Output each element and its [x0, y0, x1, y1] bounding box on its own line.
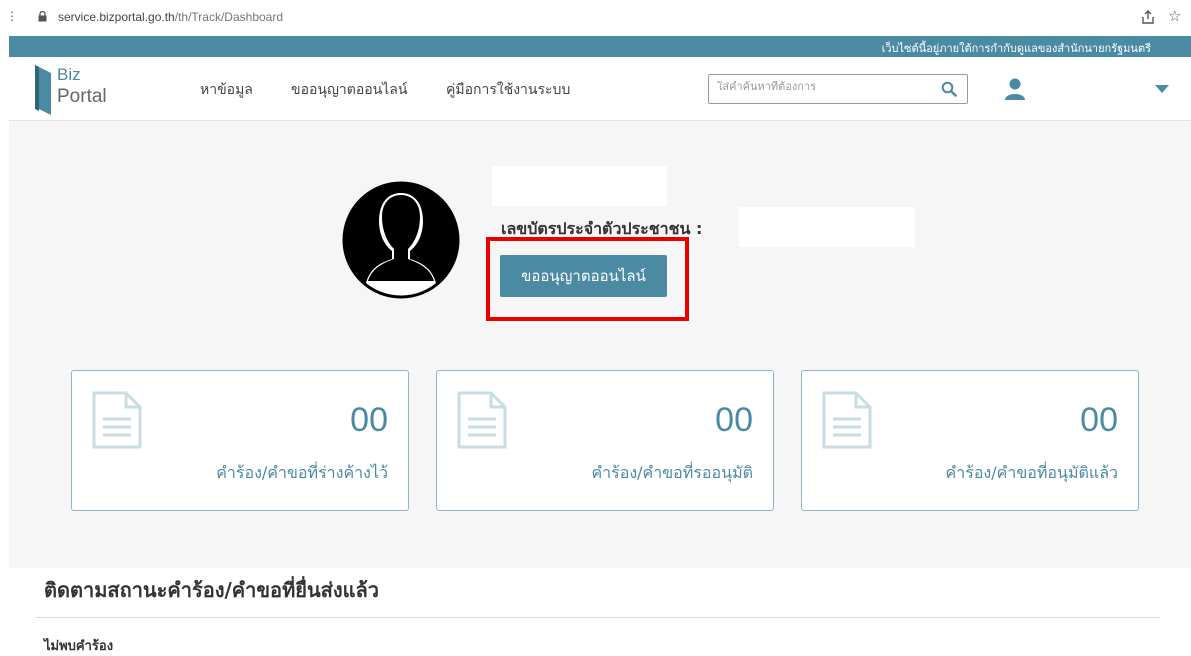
pending-label: คำร้อง/คำขอที่รออนุมัติ: [591, 463, 753, 482]
redacted-name: [492, 166, 667, 206]
no-requests-text: ไม่พบคำร้อง: [44, 639, 114, 654]
search-icon[interactable]: [941, 81, 957, 97]
menu-dots-icon[interactable]: ⋮: [6, 9, 18, 23]
logo-text-biz: Biz: [57, 65, 81, 84]
logo-text-portal: Portal: [57, 86, 107, 107]
card-approved-requests[interactable]: 00 คำร้อง/คำขอที่อนุมัติแล้ว: [801, 370, 1139, 511]
gov-notice-text: เว็บไซต์นี้อยู่ภายใต้การกำกับดูแลของสำนั…: [881, 43, 1151, 55]
avatar-icon: [342, 181, 460, 299]
pending-count: 00: [715, 401, 753, 439]
draft-count: 00: [350, 401, 388, 439]
user-icon[interactable]: [1003, 77, 1027, 101]
card-draft-requests[interactable]: 00 คำร้อง/คำขอที่ร่างค้างไว้: [71, 370, 409, 511]
nav-item-user-guide[interactable]: คู่มือการใช้งานระบบ: [446, 79, 570, 101]
document-icon: [92, 391, 142, 449]
dashboard-panel: เลขบัตรประจำตัวประชาชน : ขออนุญาตออนไลน์…: [9, 121, 1191, 568]
document-icon: [822, 391, 872, 449]
nav-item-find-info[interactable]: หาข้อมูล: [200, 79, 253, 101]
lock-icon: [38, 11, 47, 22]
url-field[interactable]: service.bizportal.go.th/th/Track/Dashboa…: [58, 10, 283, 24]
browser-address-bar: ⋮ service.bizportal.go.th/th/Track/Dashb…: [0, 0, 1191, 36]
redacted-id-number: [739, 207, 915, 247]
card-pending-requests[interactable]: 00 คำร้อง/คำขอที่รออนุมัติ: [436, 370, 774, 511]
gov-notice-strip: เว็บไซต์นี้อยู่ภายใต้การกำกับดูแลของสำนั…: [9, 36, 1191, 57]
logo-book-icon: [35, 65, 51, 115]
draft-label: คำร้อง/คำขอที่ร่างค้างไว้: [216, 463, 388, 482]
section-divider: [36, 617, 1160, 618]
top-navigation: Biz Portal หาข้อมูล ขออนุญาตออนไลน์ คู่ม…: [9, 57, 1191, 121]
approved-count: 00: [1080, 401, 1118, 439]
share-icon[interactable]: [1140, 9, 1156, 25]
chevron-down-icon[interactable]: [1155, 84, 1169, 94]
bookmark-star-icon[interactable]: ☆: [1168, 7, 1181, 25]
document-icon: [457, 391, 507, 449]
search-input[interactable]: [717, 81, 927, 93]
tracking-section-title: ติดตามสถานะคำร้อง/คำขอที่ยื่นส่งแล้ว: [44, 578, 379, 602]
search-box: [708, 74, 968, 104]
nav-item-online-permit[interactable]: ขออนุญาตออนไลน์: [291, 79, 407, 101]
approved-label: คำร้อง/คำขอที่อนุมัติแล้ว: [945, 463, 1118, 482]
online-permit-button[interactable]: ขออนุญาตออนไลน์: [500, 255, 667, 297]
bizportal-logo[interactable]: Biz Portal: [35, 63, 135, 115]
